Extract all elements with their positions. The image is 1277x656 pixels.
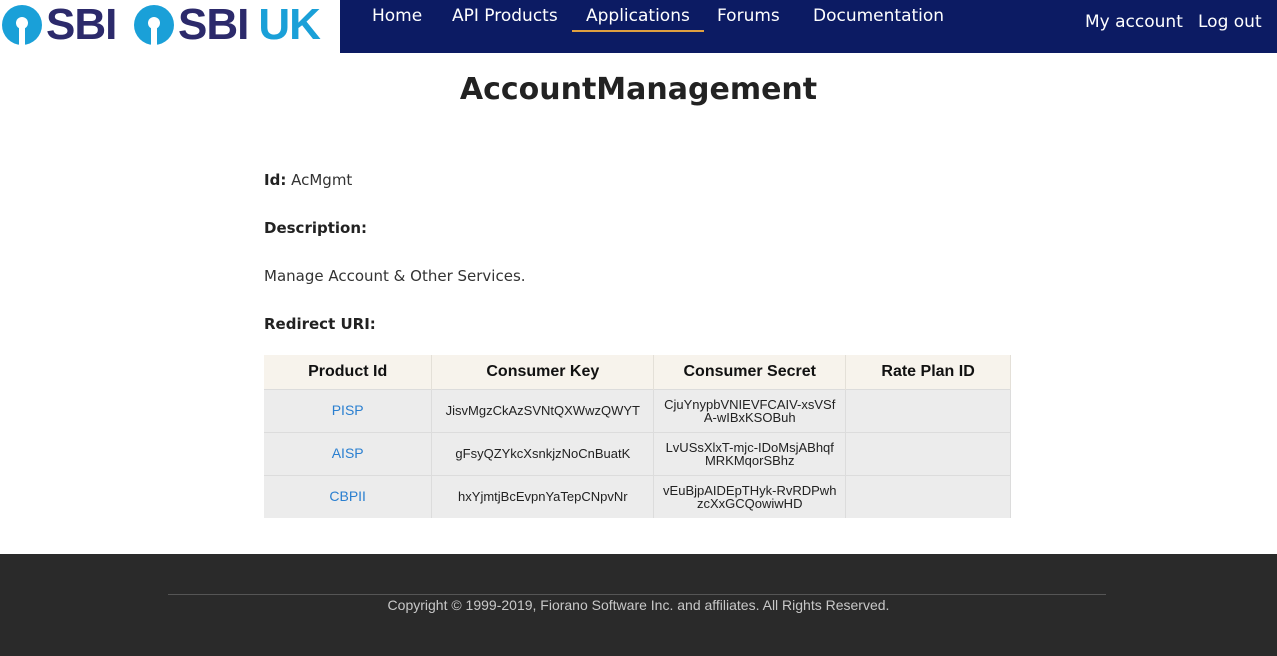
my-account-link[interactable]: My account — [1085, 12, 1183, 32]
nav-applications[interactable]: Applications — [572, 6, 704, 32]
sbi-logo-text: SBI — [46, 0, 117, 49]
credentials-table: Product Id Consumer Key Consumer Secret … — [264, 355, 1011, 518]
redirect-uri-row: Redirect URI: — [264, 315, 376, 333]
sbi-logo[interactable]: SBI — [2, 0, 117, 49]
consumer-key: hxYjmtjBcEvpnYaTepCNpvNr — [431, 474, 655, 518]
nav-api-products[interactable]: API Products — [452, 6, 558, 26]
header-consumer-secret: Consumer Secret — [653, 355, 847, 389]
description-text: Manage Account & Other Services. — [264, 267, 526, 285]
redirect-uri-label: Redirect URI: — [264, 315, 376, 333]
rate-plan-id — [845, 474, 1011, 518]
consumer-secret: vEuBjpAIDEpTHyk-RvRDPwhzcXxGCQowiwHD — [653, 474, 847, 518]
sbi-logo-icon — [2, 5, 42, 47]
description-label-row: Description: — [264, 219, 367, 237]
sbi-uk-logo-suffix: UK — [258, 0, 321, 49]
header-consumer-key: Consumer Key — [431, 355, 655, 389]
app-id-value: AcMgmt — [291, 171, 353, 189]
sbi-uk-logo[interactable]: SBI UK — [134, 0, 321, 49]
table-row: AISP gFsyQZYkcXsnkjzNoCnBuatK LvUSsXlxT-… — [264, 431, 1011, 475]
consumer-key: JisvMgzCkAzSVNtQXWwzQWYT — [431, 388, 655, 432]
product-id-link[interactable]: AISP — [264, 431, 433, 475]
top-navigation-bar: SBI SBI UK Home API Products Application… — [0, 0, 1277, 53]
footer-divider — [168, 594, 1106, 595]
consumer-secret: CjuYnypbVNIEVFCAIV-xsVSfA-wIBxKSOBuh — [653, 388, 847, 432]
product-id-link[interactable]: CBPII — [264, 474, 433, 518]
nav-forums[interactable]: Forums — [717, 6, 780, 26]
sbi-uk-logo-icon — [134, 5, 174, 47]
table-header-row: Product Id Consumer Key Consumer Secret … — [264, 355, 1011, 389]
description-label: Description: — [264, 219, 368, 237]
logo-area: SBI SBI UK — [0, 0, 340, 53]
page-title: AccountManagement — [459, 72, 818, 107]
footer: Copyright © 1999-2019, Fiorano Software … — [0, 554, 1277, 656]
table-row: CBPII hxYjmtjBcEvpnYaTepCNpvNr vEuBjpAID… — [264, 474, 1011, 518]
table-row: PISP JisvMgzCkAzSVNtQXWwzQWYT CjuYnypbVN… — [264, 388, 1011, 432]
consumer-secret: LvUSsXlxT-mjc-IDoMsjABhqfMRKMqorSBhz — [653, 431, 847, 475]
nav-documentation[interactable]: Documentation — [813, 6, 944, 26]
header-rate-plan-id: Rate Plan ID — [845, 355, 1011, 389]
log-out-link[interactable]: Log out — [1198, 12, 1262, 32]
footer-copyright: Copyright © 1999-2019, Fiorano Software … — [387, 597, 890, 613]
sbi-uk-logo-text: SBI — [178, 0, 249, 49]
rate-plan-id — [845, 388, 1011, 432]
header-product-id: Product Id — [264, 355, 433, 389]
nav-home[interactable]: Home — [372, 6, 422, 26]
product-id-link[interactable]: PISP — [264, 388, 433, 432]
app-id-field: Id: AcMgmt — [264, 171, 352, 189]
app-id-label: Id: — [264, 171, 287, 189]
rate-plan-id — [845, 431, 1011, 475]
consumer-key: gFsyQZYkcXsnkjzNoCnBuatK — [431, 431, 655, 475]
